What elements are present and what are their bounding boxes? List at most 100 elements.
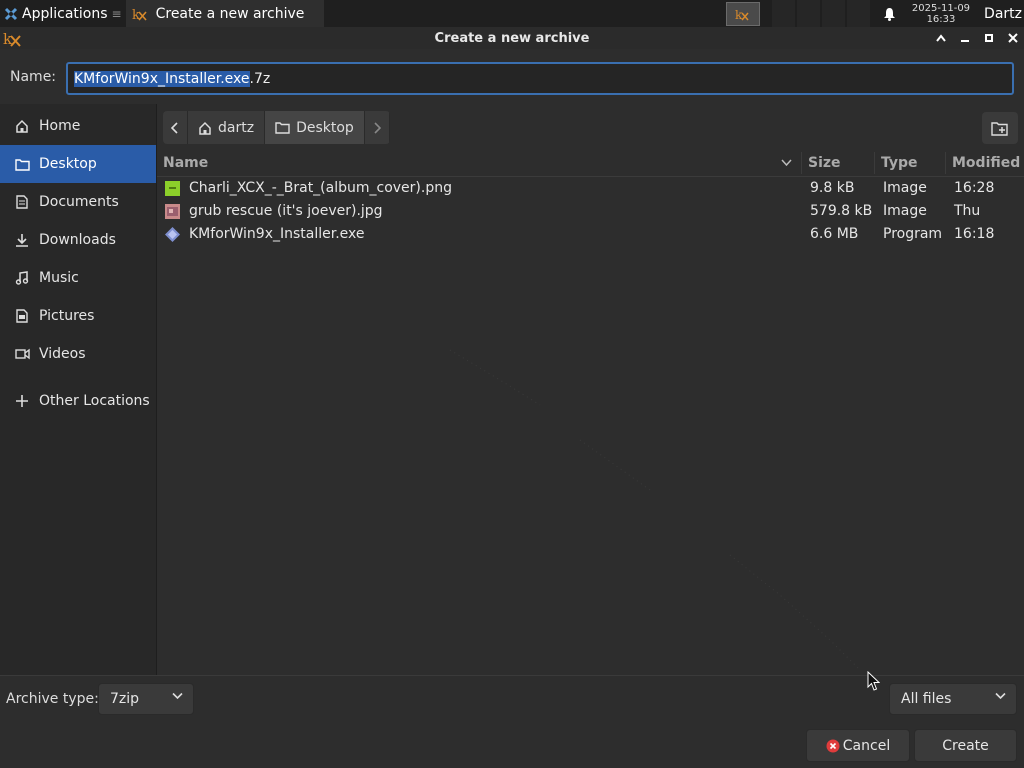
sidebar-item-music[interactable]: Music — [0, 259, 156, 297]
create-button[interactable]: Create — [914, 729, 1017, 762]
sidebar-item-label: Home — [39, 118, 81, 134]
archive-name-input[interactable]: KMforWin9x_Installer.exe .7z — [66, 62, 1014, 95]
taskbar-window-title: Create a new archive — [155, 5, 305, 22]
restore-icon[interactable] — [982, 31, 996, 45]
svg-text:k: k — [735, 8, 743, 22]
name-row: Name: KMforWin9x_Installer.exe .7z — [0, 49, 1024, 104]
sidebar-item-label: Other Locations — [39, 393, 150, 409]
file-type: Program — [883, 226, 943, 242]
file-name: grub rescue (it's joever).jpg — [189, 203, 383, 219]
menu-separator-icon: ≡ — [111, 6, 122, 21]
create-label: Create — [942, 737, 989, 754]
places-sidebar: Home Desktop Documents Downloads Music P… — [0, 104, 157, 675]
folder-icon — [275, 122, 290, 134]
home-icon — [14, 118, 30, 134]
name-input-selection: KMforWin9x_Installer.exe — [74, 70, 250, 87]
applications-icon — [4, 7, 18, 20]
music-icon — [14, 270, 30, 286]
file-modified: Thu — [954, 203, 981, 219]
file-type: Image — [883, 180, 927, 196]
sort-chevron-down-icon[interactable] — [781, 159, 792, 166]
chevron-left-icon — [171, 121, 178, 134]
sidebar-item-videos[interactable]: Videos — [0, 335, 156, 373]
column-header-type[interactable]: Type — [881, 155, 918, 171]
cancel-label: Cancel — [842, 737, 891, 754]
chevron-right-icon — [374, 121, 381, 134]
cancel-button[interactable]: Cancel — [806, 729, 910, 762]
path-back-button[interactable] — [163, 111, 188, 144]
sidebar-item-pictures[interactable]: Pictures — [0, 297, 156, 335]
archive-type-dropdown[interactable]: 7zip — [98, 683, 194, 715]
file-row[interactable]: KMforWin9x_Installer.exe 6.6 MB Program … — [157, 223, 1024, 246]
column-header-modified[interactable]: Modified — [952, 155, 1020, 171]
sidebar-item-desktop[interactable]: Desktop — [0, 145, 156, 183]
file-list[interactable]: Name Size Type Modified Charli_XCX_-_Bra… — [157, 150, 1024, 675]
name-input-extension: .7z — [249, 70, 271, 87]
program-icon — [165, 227, 180, 242]
path-crumb-desktop[interactable]: Desktop — [265, 111, 365, 144]
new-folder-button[interactable] — [982, 112, 1018, 144]
sidebar-item-label: Music — [39, 270, 79, 286]
file-size: 579.8 kB — [810, 203, 873, 219]
path-bar: dartz Desktop — [163, 111, 390, 144]
applications-menu[interactable]: Applications ≡ — [0, 0, 126, 27]
clock-date: 2025-11-09 — [911, 2, 971, 14]
clock-time: 16:33 — [926, 13, 956, 25]
path-forward-button[interactable] — [364, 111, 390, 144]
column-header-size[interactable]: Size — [808, 155, 841, 171]
path-crumb-home[interactable]: dartz — [188, 111, 266, 144]
file-type: Image — [883, 203, 927, 219]
sidebar-item-label: Videos — [39, 346, 86, 362]
window-title: Create a new archive — [434, 30, 590, 46]
clock[interactable]: 2025-11-09 16:33 — [912, 3, 970, 25]
file-modified: 16:18 — [954, 226, 995, 242]
document-icon — [14, 194, 30, 210]
chevron-down-icon — [172, 692, 183, 700]
column-header-name[interactable]: Name — [163, 155, 208, 171]
image-photo-icon — [165, 204, 180, 219]
chevron-down-icon — [995, 692, 1006, 700]
sidebar-item-label: Documents — [39, 194, 119, 210]
svg-text:k: k — [132, 8, 140, 22]
file-row[interactable]: grub rescue (it's joever).jpg 579.8 kB I… — [157, 200, 1024, 223]
archive-type-value: 7zip — [110, 691, 140, 707]
sidebar-item-home[interactable]: Home — [0, 107, 156, 145]
window-titlebar[interactable]: k Create a new archive — [0, 27, 1024, 49]
home-icon — [199, 121, 211, 135]
notification-bell-icon[interactable] — [880, 7, 900, 21]
sidebar-item-downloads[interactable]: Downloads — [0, 221, 156, 259]
user-menu[interactable]: Dartz — [984, 6, 1022, 22]
file-size: 6.6 MB — [810, 226, 859, 242]
file-row[interactable]: Charli_XCX_-_Brat_(album_cover).png 9.8 … — [157, 177, 1024, 200]
archive-type-label: Archive type: — [6, 691, 99, 707]
sidebar-item-label: Desktop — [39, 156, 97, 172]
path-crumb-label: Desktop — [296, 119, 354, 136]
cancel-icon — [826, 739, 840, 752]
download-icon — [14, 232, 30, 248]
file-name: Charli_XCX_-_Brat_(album_cover).png — [189, 180, 452, 196]
file-name: KMforWin9x_Installer.exe — [189, 226, 365, 242]
path-crumb-label: dartz — [218, 119, 255, 136]
folder-icon — [14, 156, 30, 172]
file-filter-value: All files — [901, 691, 952, 707]
tray-archiver-icon[interactable]: k — [725, 1, 760, 26]
top-panel: Applications ≡ k Create a new archive k … — [0, 0, 1024, 27]
workspace-switcher[interactable] — [771, 0, 870, 27]
plus-icon — [14, 393, 30, 409]
sidebar-item-label: Pictures — [39, 308, 95, 324]
archiver-app-icon: k — [132, 8, 147, 22]
sidebar-item-label: Downloads — [39, 232, 116, 248]
minimize-icon[interactable] — [958, 31, 972, 45]
maximize-up-icon[interactable] — [934, 31, 948, 45]
taskbar-window-button[interactable]: k Create a new archive — [125, 0, 324, 27]
sidebar-item-documents[interactable]: Documents — [0, 183, 156, 221]
pictures-icon — [14, 308, 30, 324]
applications-label: Applications — [22, 5, 108, 22]
file-modified: 16:28 — [954, 180, 995, 196]
new-folder-icon — [991, 121, 1008, 136]
video-icon — [14, 346, 30, 362]
sidebar-item-other-locations[interactable]: Other Locations — [0, 382, 156, 420]
file-filter-dropdown[interactable]: All files — [889, 683, 1017, 715]
file-list-header: Name Size Type Modified — [157, 150, 1024, 177]
close-icon[interactable] — [1006, 31, 1020, 45]
